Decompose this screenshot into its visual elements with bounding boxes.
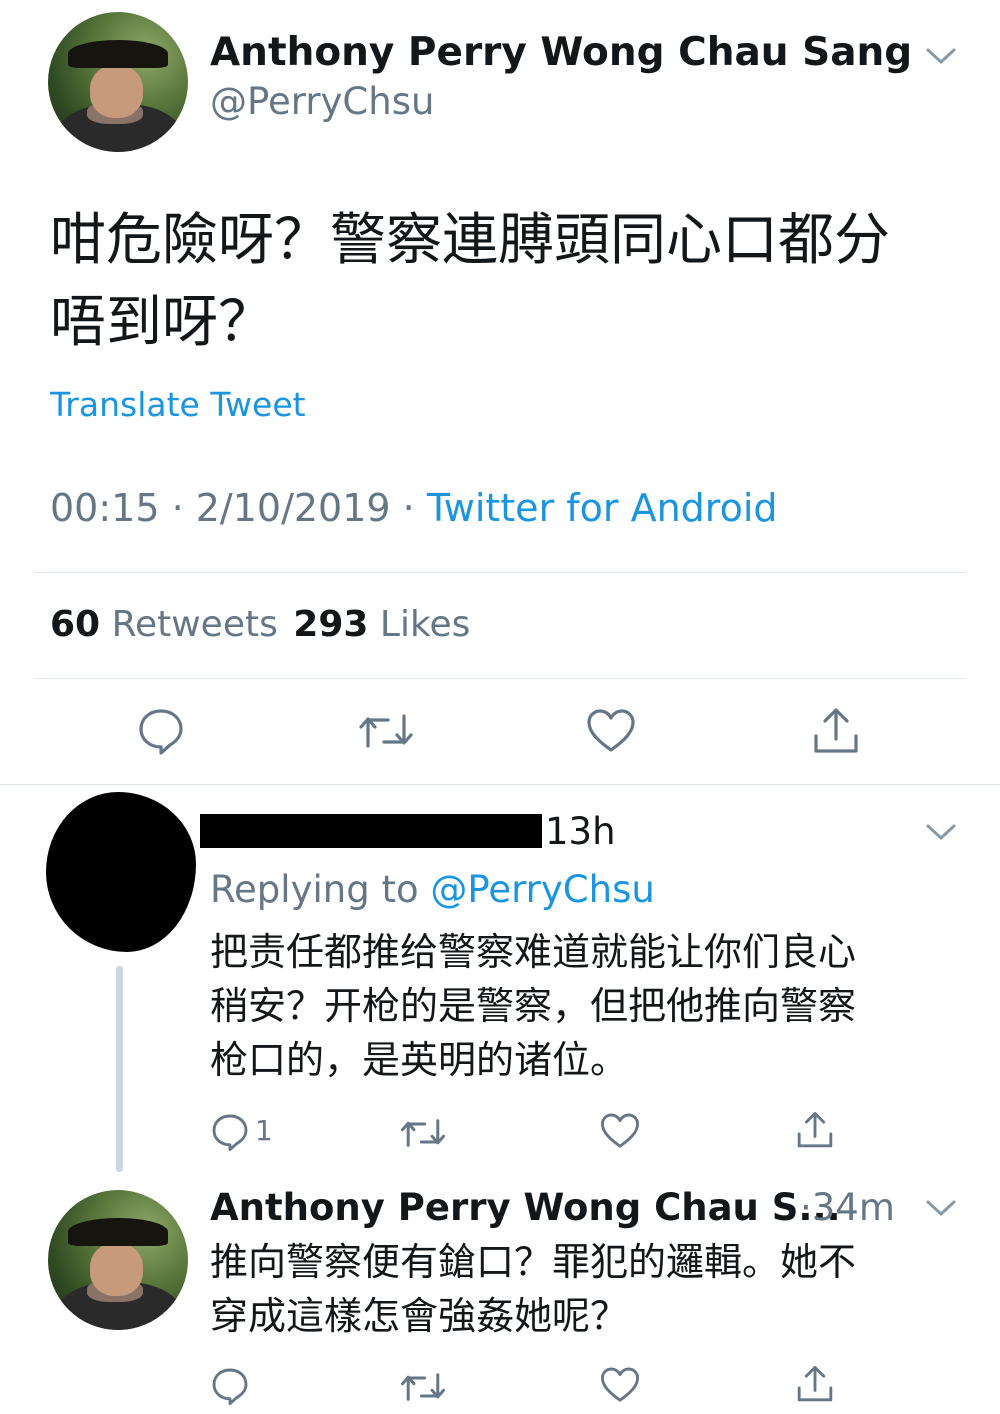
share-icon[interactable] (812, 706, 860, 756)
author-avatar[interactable] (48, 1190, 188, 1330)
tweet-meta: 00:15 · 2/10/2019 · Twitter for Android (50, 486, 778, 530)
reply-icon[interactable] (210, 1112, 250, 1152)
tweet-text-line: 唔到呀？ (50, 290, 274, 355)
reply-text-line: 把责任都推给警察难道就能让你们良心 (210, 930, 857, 974)
share-icon[interactable] (796, 1110, 834, 1150)
likes-count: 293 (293, 604, 369, 645)
replying-to-label: Replying to (210, 868, 431, 911)
divider (0, 784, 1000, 785)
retweet-icon[interactable] (358, 708, 414, 754)
reply-icon[interactable] (136, 706, 186, 756)
chevron-down-icon[interactable] (924, 822, 958, 842)
reply-time: ·34m (800, 1186, 895, 1229)
author-name[interactable]: Anthony Perry Wong Chau Sang (210, 30, 912, 75)
like-icon[interactable] (600, 1366, 640, 1404)
replying-to: Replying to @PerryChsu (210, 868, 655, 911)
reply-text-line: 稍安？开枪的是警察，但把他推向警察 (210, 984, 857, 1028)
author-avatar[interactable] (48, 12, 188, 152)
share-icon[interactable] (796, 1364, 834, 1404)
replying-to-handle[interactable]: @PerryChsu (430, 868, 654, 911)
redacted-author-name (200, 814, 542, 848)
chevron-down-icon[interactable] (924, 1198, 958, 1218)
retweets-stat[interactable]: 60 Retweets (50, 604, 289, 645)
translate-tweet-link[interactable]: Translate Tweet (50, 385, 306, 424)
author-handle[interactable]: @PerryChsu (210, 80, 434, 123)
like-icon[interactable] (586, 708, 636, 754)
likes-stat[interactable]: 293 Likes (293, 604, 470, 645)
reply-time: 13h (545, 810, 616, 853)
reply-icon[interactable] (210, 1366, 250, 1406)
reply-text-line: 穿成這樣怎會強姦她呢？ (210, 1294, 629, 1338)
tweet-source-link[interactable]: Twitter for Android (427, 486, 778, 530)
retweet-icon[interactable] (400, 1368, 446, 1406)
engagement-stats: 60 Retweets 293 Likes (50, 604, 470, 645)
retweets-count: 60 (50, 604, 101, 645)
reply-count: 1 (255, 1114, 273, 1147)
tweet-text-line: 咁危險呀？警察連膊頭同心口都分 (50, 208, 890, 273)
retweet-icon[interactable] (400, 1114, 446, 1152)
author-name[interactable]: Anthony Perry Wong Chau S... (210, 1186, 841, 1229)
divider (34, 678, 966, 679)
divider (34, 572, 966, 573)
thread-line (116, 966, 123, 1172)
redacted-avatar (46, 792, 196, 952)
tweet-timestamp: 00:15 · 2/10/2019 · (50, 486, 427, 530)
retweets-label: Retweets (111, 604, 278, 645)
reply-text-line: 枪口的，是英明的诸位。 (210, 1038, 629, 1082)
like-icon[interactable] (600, 1112, 640, 1150)
chevron-down-icon[interactable] (924, 46, 958, 66)
reply-text-line: 推向警察便有鎗口？罪犯的邏輯。她不 (210, 1240, 857, 1284)
likes-label: Likes (379, 604, 471, 645)
